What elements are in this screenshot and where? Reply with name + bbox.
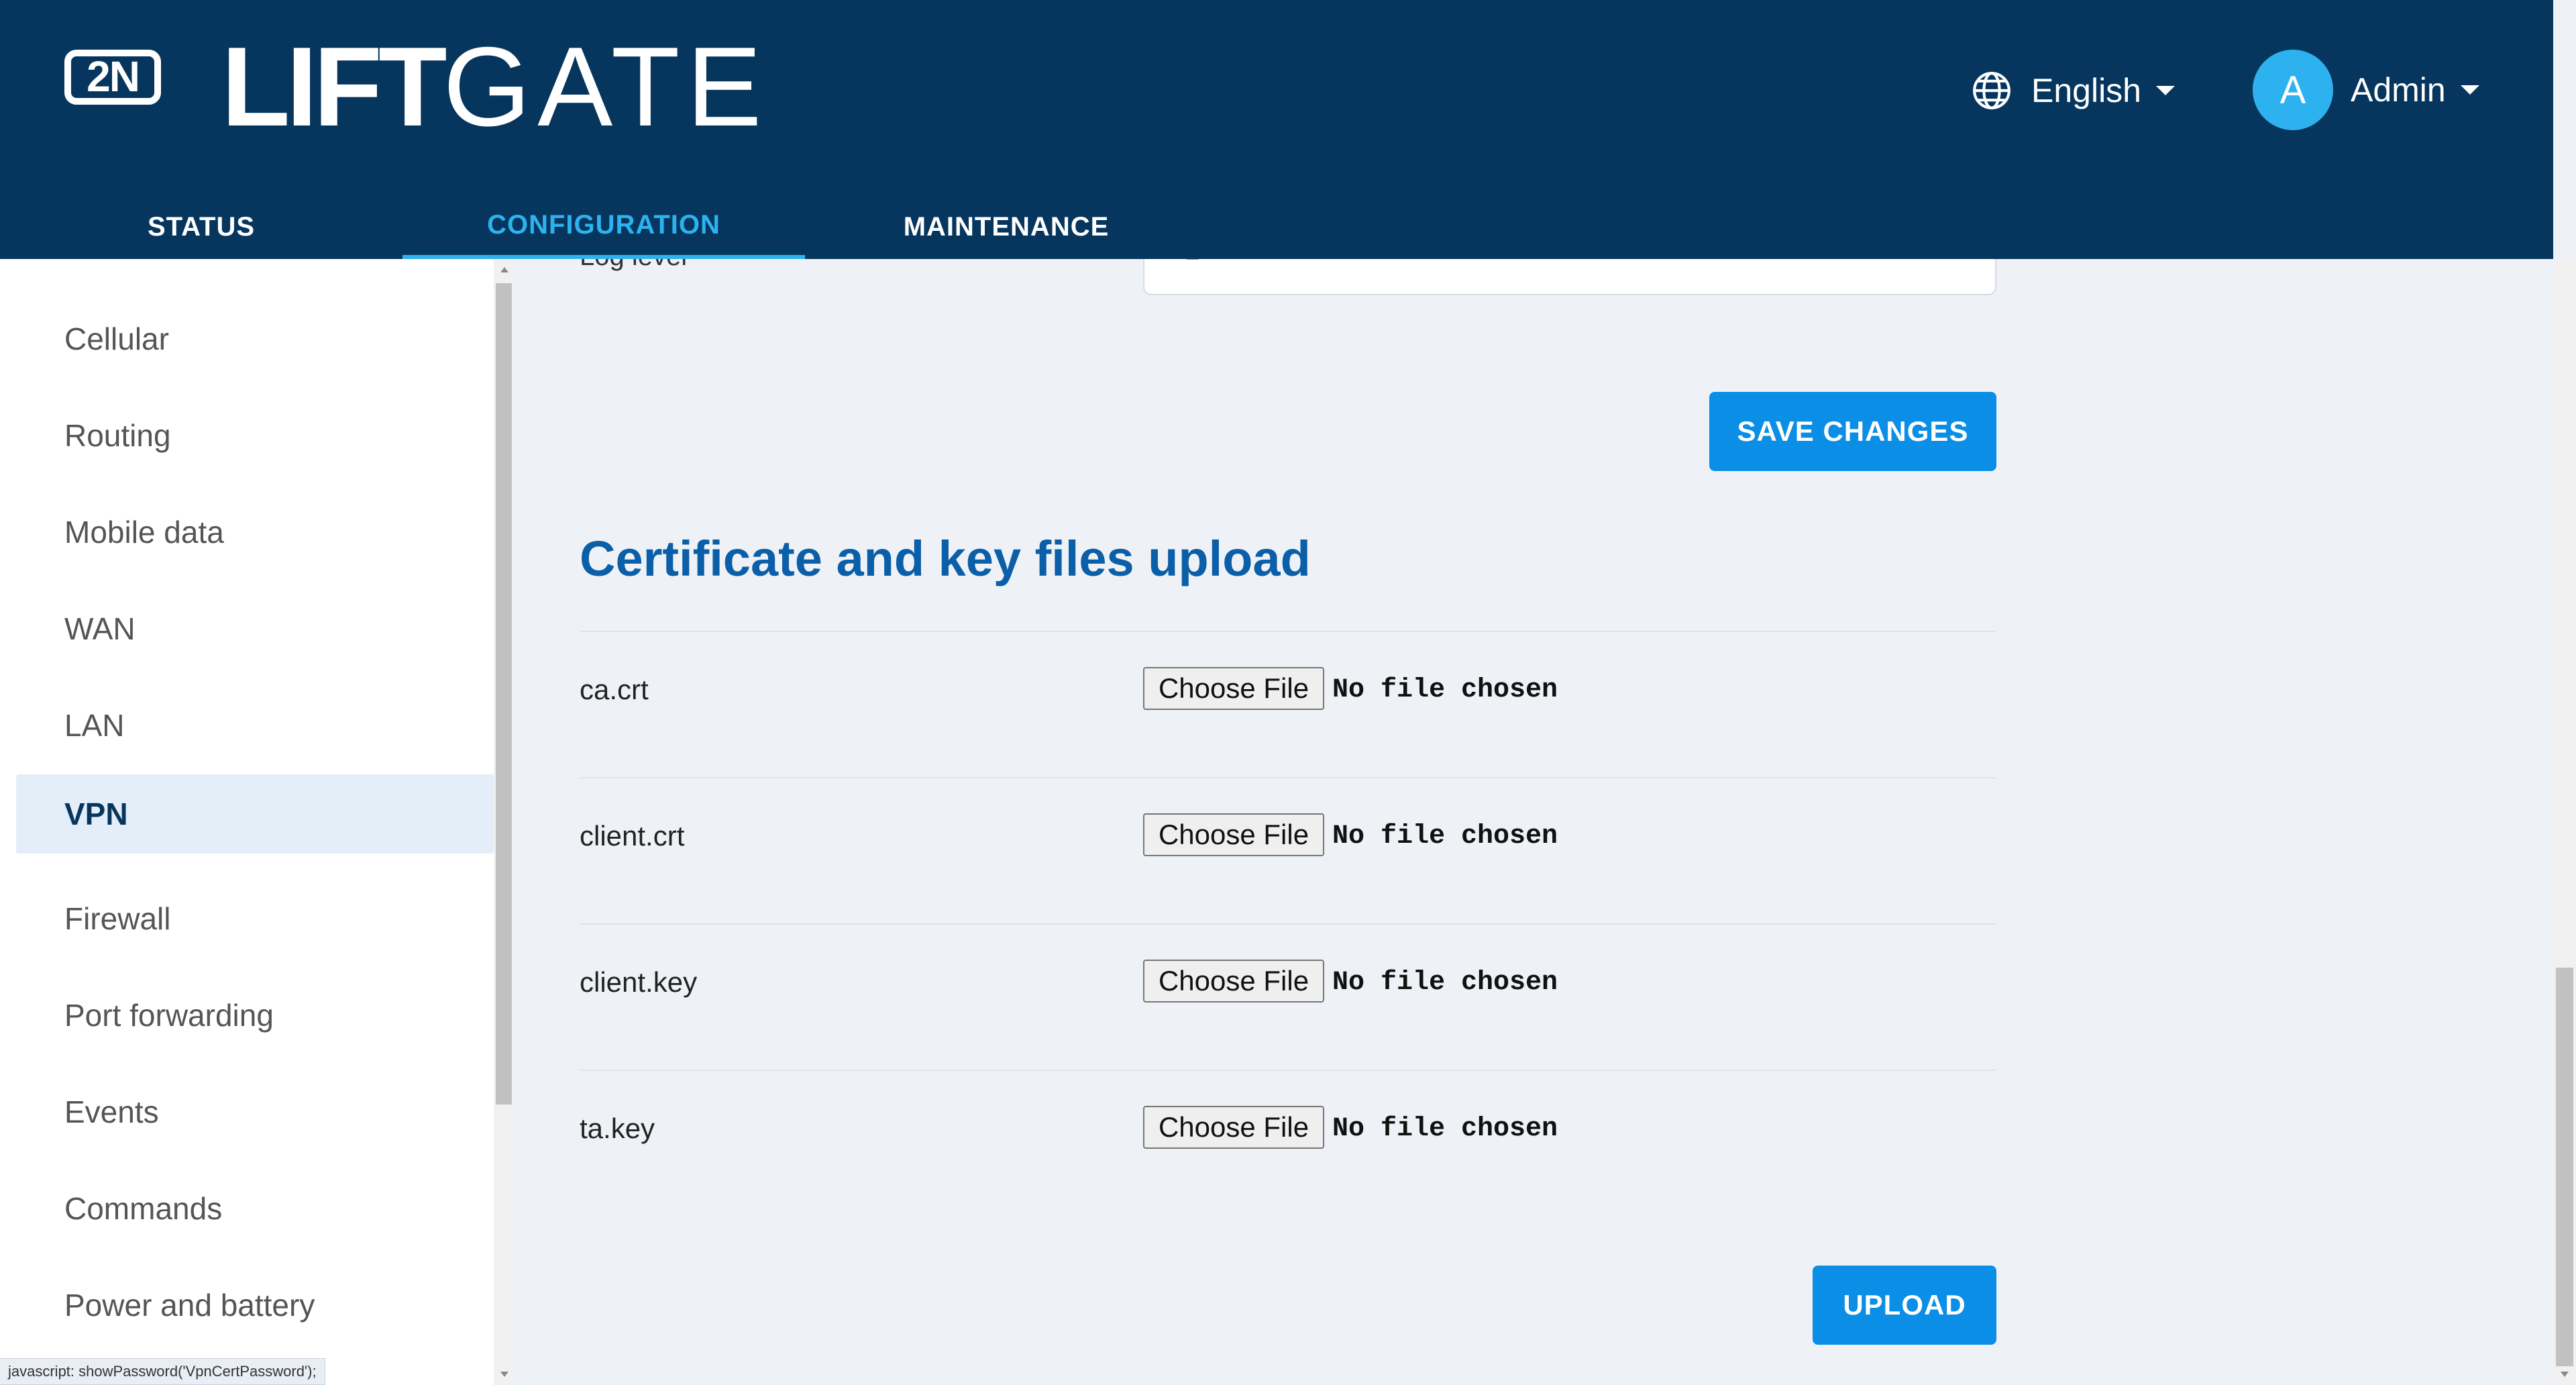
tab-maintenance[interactable]: MAINTENANCE	[805, 195, 1208, 259]
brand-bold-part: LIFT	[221, 23, 447, 150]
section-title: Certificate and key files upload	[580, 531, 1311, 586]
choose-file-button[interactable]: Choose File	[1143, 1106, 1324, 1149]
brand-thin-part: GATE	[443, 23, 769, 150]
user-name: Admin	[2351, 71, 2446, 109]
divider	[580, 1070, 1996, 1071]
globe-icon	[1973, 72, 2010, 109]
divider	[580, 923, 1996, 925]
sidebar-item-power-and-battery[interactable]: Power and battery	[16, 1266, 494, 1345]
sidebar: Cellular Routing Mobile data WAN LAN VPN…	[0, 259, 494, 1385]
top-header: 2N LIFTGATE English A Admin STATUS CONFI…	[0, 0, 2553, 259]
sidebar-item-events[interactable]: Events	[16, 1072, 494, 1151]
choose-file-button[interactable]: Choose File	[1143, 813, 1324, 856]
sidebar-item-lan[interactable]: LAN	[16, 686, 494, 765]
tab-configuration[interactable]: CONFIGURATION	[402, 195, 805, 259]
chevron-down-icon	[2460, 85, 2479, 95]
divider	[580, 631, 1996, 632]
file-status: No file chosen	[1332, 968, 1558, 998]
tab-status[interactable]: STATUS	[0, 195, 402, 259]
sidebar-item-routing[interactable]: Routing	[16, 396, 494, 475]
liftgate-brand: LIFTGATE	[221, 30, 768, 143]
file-status: No file chosen	[1332, 821, 1558, 852]
link-status-tooltip: javascript: showPassword('VpnCertPasswor…	[0, 1358, 325, 1385]
sidebar-item-cellular[interactable]: Cellular	[16, 299, 494, 378]
upload-button[interactable]: UPLOAD	[1813, 1266, 1996, 1345]
language-label: English	[2031, 72, 2141, 109]
choose-file-button[interactable]: Choose File	[1143, 960, 1324, 1003]
main-scrollbar[interactable]	[2553, 259, 2576, 1385]
sidebar-scroll-thumb[interactable]	[496, 283, 512, 1105]
sidebar-item-vpn[interactable]: VPN	[16, 774, 494, 854]
file-label: ta.key	[580, 1113, 655, 1144]
2n-logo: 2N	[64, 50, 161, 105]
scroll-down-icon[interactable]	[2561, 1372, 2569, 1377]
save-changes-button[interactable]: SAVE CHANGES	[1709, 392, 1996, 471]
sidebar-item-firewall[interactable]: Firewall	[16, 879, 494, 958]
sidebar-scrollbar[interactable]	[494, 259, 514, 1385]
scroll-up-icon[interactable]	[500, 267, 508, 272]
sidebar-item-port-forwarding[interactable]: Port forwarding	[16, 976, 494, 1055]
divider	[580, 777, 1996, 778]
avatar: A	[2253, 50, 2333, 130]
file-row-ca-crt: ca.crt Choose File No file chosen	[580, 667, 1996, 714]
scroll-down-icon[interactable]	[500, 1372, 508, 1377]
file-label: ca.crt	[580, 674, 649, 705]
language-selector[interactable]: English	[1971, 67, 2175, 114]
chevron-down-icon	[2156, 86, 2175, 95]
file-status: No file chosen	[1332, 675, 1558, 705]
sidebar-item-mobile-data[interactable]: Mobile data	[16, 493, 494, 572]
sidebar-item-commands[interactable]: Commands	[16, 1169, 494, 1248]
file-row-ta-key: ta.key Choose File No file chosen	[580, 1106, 1996, 1153]
main-nav: STATUS CONFIGURATION MAINTENANCE	[0, 195, 1208, 259]
main-scroll-thumb[interactable]	[2556, 968, 2573, 1366]
file-status: No file chosen	[1332, 1114, 1558, 1144]
file-row-client-crt: client.crt Choose File No file chosen	[580, 813, 1996, 860]
file-row-client-key: client.key Choose File No file chosen	[580, 960, 1996, 1007]
user-menu[interactable]: A Admin	[2253, 50, 2479, 130]
choose-file-button[interactable]: Choose File	[1143, 667, 1324, 710]
file-label: client.key	[580, 966, 698, 998]
sidebar-item-wan[interactable]: WAN	[16, 589, 494, 668]
file-label: client.crt	[580, 820, 685, 852]
